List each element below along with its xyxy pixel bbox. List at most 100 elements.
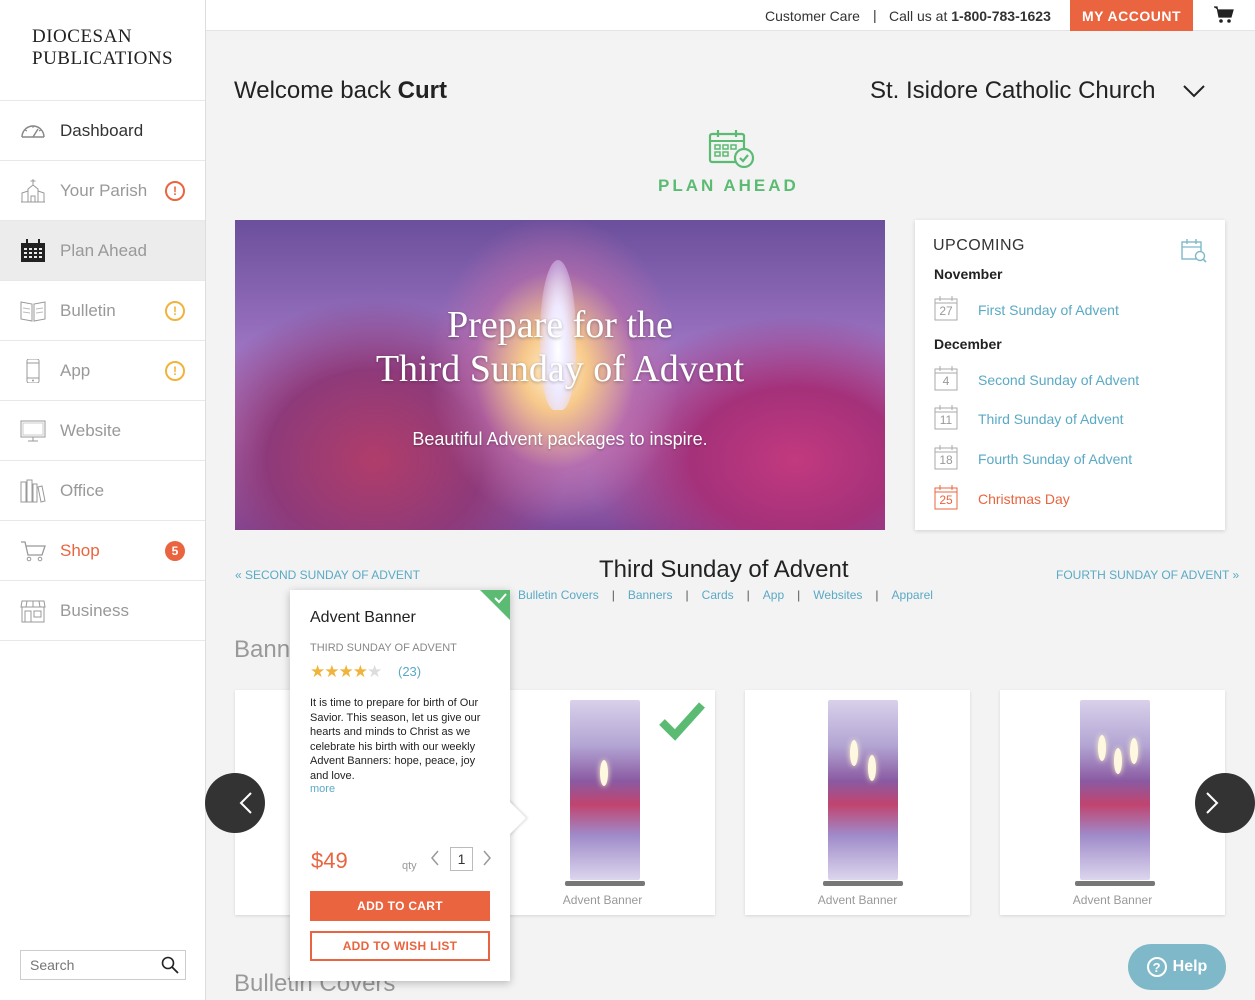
brand-line-1: DIOCESAN <box>32 26 133 47</box>
event-label: First Sunday of Advent <box>978 302 1119 318</box>
add-to-cart-button[interactable]: ADD TO CART <box>310 891 490 921</box>
chevron-left-icon <box>239 792 252 814</box>
sidebar-item-dashboard[interactable]: Dashboard <box>0 101 205 161</box>
gauge-icon <box>21 125 45 138</box>
upcoming-event[interactable]: 27 First Sunday of Advent <box>934 295 1214 325</box>
binders-icon <box>20 479 46 503</box>
parish-selector[interactable]: St. Isidore Catholic Church <box>870 77 1155 105</box>
sidebar-item-office[interactable]: Office <box>0 461 205 521</box>
chevron-right-icon <box>1206 792 1219 814</box>
product-caption: Advent Banner <box>817 893 898 907</box>
more-link[interactable]: more <box>310 783 335 795</box>
hero-title: Prepare for the Third Sunday of Advent <box>235 303 885 391</box>
sidebar-item-bulletin[interactable]: Bulletin ! <box>0 281 205 341</box>
flame-image <box>1114 748 1122 774</box>
product-card[interactable]: Advent Banner <box>1000 690 1225 915</box>
sidebar-item-label: Office <box>60 481 105 500</box>
help-button[interactable]: ? Help <box>1128 944 1226 990</box>
sidebar-item-shop[interactable]: Shop 5 <box>0 521 205 581</box>
hero-banner[interactable]: Prepare for the Third Sunday of Advent B… <box>235 220 885 530</box>
category-link[interactable]: App <box>763 588 784 602</box>
sidebar-item-label: Website <box>60 421 122 440</box>
event-day: 18 <box>939 453 953 467</box>
welcome-prefix: Welcome back <box>234 77 391 104</box>
selected-corner-icon <box>480 590 510 620</box>
warning-badge: ! <box>165 301 185 321</box>
call-us: Call us at 1-800-783-1623 <box>889 8 1051 24</box>
category-link[interactable]: Bulletin Covers <box>518 588 599 602</box>
calendar-search-icon[interactable] <box>1181 238 1207 264</box>
category-separator: | <box>797 588 801 602</box>
call-prefix: Call us at <box>889 8 948 24</box>
category-link[interactable]: Cards <box>702 588 734 602</box>
carousel-next-button[interactable] <box>1195 773 1255 833</box>
star-icon: ★ <box>324 662 339 681</box>
phone-number[interactable]: 1-800-783-1623 <box>951 8 1051 24</box>
banner-image <box>570 700 640 880</box>
top-bar: Customer Care | Call us at 1-800-783-162… <box>206 0 1255 31</box>
upcoming-event[interactable]: 25 Christmas Day <box>934 484 1214 514</box>
chevron-right-icon[interactable] <box>482 850 492 866</box>
topbar-separator: | <box>873 7 877 23</box>
count-badge: 5 <box>165 541 185 561</box>
flame-image <box>1098 735 1106 761</box>
star-icon: ★ <box>338 662 354 681</box>
sidebar-item-plan-ahead[interactable]: Plan Ahead <box>0 221 205 281</box>
brand-line-2: PUBLICATIONS <box>32 48 174 69</box>
product-caption: Advent Banner <box>1072 893 1153 907</box>
upcoming-event[interactable]: 4 Second Sunday of Advent <box>934 365 1214 395</box>
banner-stand <box>565 881 645 886</box>
calendar-check-icon <box>708 130 755 169</box>
user-name: Curt <box>397 77 447 104</box>
sidebar-item-label: Bulletin <box>60 301 116 320</box>
category-link[interactable]: Websites <box>813 588 862 602</box>
review-count[interactable]: (23) <box>398 664 421 679</box>
sidebar-item-your-parish[interactable]: Your Parish ! <box>0 161 205 221</box>
sidebar-item-business[interactable]: Business <box>0 581 205 641</box>
my-account-button[interactable]: MY ACCOUNT <box>1070 0 1193 31</box>
sidebar-search <box>20 950 186 980</box>
book-icon <box>20 301 46 322</box>
category-separator: | <box>746 588 750 602</box>
product-card[interactable]: Advent Banner <box>745 690 970 915</box>
event-day: 25 <box>939 493 953 507</box>
product-price: $49 <box>311 848 348 873</box>
carousel-prev-button[interactable] <box>205 773 265 833</box>
add-to-wish-list-button[interactable]: ADD TO WISH LIST <box>310 931 490 961</box>
star-icon: ★ <box>310 662 325 681</box>
monitor-icon <box>20 420 46 442</box>
sidebar-item-app[interactable]: App ! <box>0 341 205 401</box>
quantity-input[interactable]: 1 <box>450 847 473 871</box>
question-icon: ? <box>1146 957 1167 977</box>
phone-icon <box>26 359 40 383</box>
star-icon: ★ <box>352 662 368 681</box>
chevron-down-icon[interactable] <box>1182 84 1206 98</box>
sidebar-nav: Dashboard Your Parish ! Plan Ahead Bulle… <box>0 100 205 641</box>
product-description: It is time to prepare for birth of Our S… <box>310 697 481 782</box>
cart-icon <box>21 541 46 562</box>
category-separator: | <box>611 588 615 602</box>
upcoming-event[interactable]: 18 Fourth Sunday of Advent <box>934 444 1214 474</box>
prev-week-link[interactable]: « SECOND SUNDAY OF ADVENT <box>235 568 420 582</box>
search-input[interactable] <box>21 951 161 979</box>
chevron-left-icon[interactable] <box>430 850 440 866</box>
cart-icon[interactable] <box>1214 6 1234 24</box>
category-separator: | <box>875 588 879 602</box>
category-separator: | <box>685 588 689 602</box>
star-icon: ★ <box>367 662 382 681</box>
brand-logo[interactable]: DIOCESAN PUBLICATIONS <box>32 26 173 70</box>
upcoming-event[interactable]: 11 Third Sunday of Advent <box>934 404 1214 434</box>
sidebar-item-website[interactable]: Website <box>0 401 205 461</box>
sidebar-item-label: Plan Ahead <box>60 241 147 260</box>
banner-image <box>1080 700 1150 880</box>
church-icon <box>21 179 45 203</box>
help-label: Help <box>1172 958 1208 975</box>
warning-badge: ! <box>165 361 185 381</box>
customer-care-link[interactable]: Customer Care <box>765 8 860 24</box>
checkmark-icon <box>659 702 705 741</box>
category-link[interactable]: Banners <box>628 588 673 602</box>
category-link[interactable]: Apparel <box>892 588 933 602</box>
product-caption: Advent Banner <box>562 893 643 907</box>
next-week-link[interactable]: FOURTH SUNDAY OF ADVENT » <box>1056 568 1239 582</box>
search-icon[interactable] <box>161 956 179 974</box>
